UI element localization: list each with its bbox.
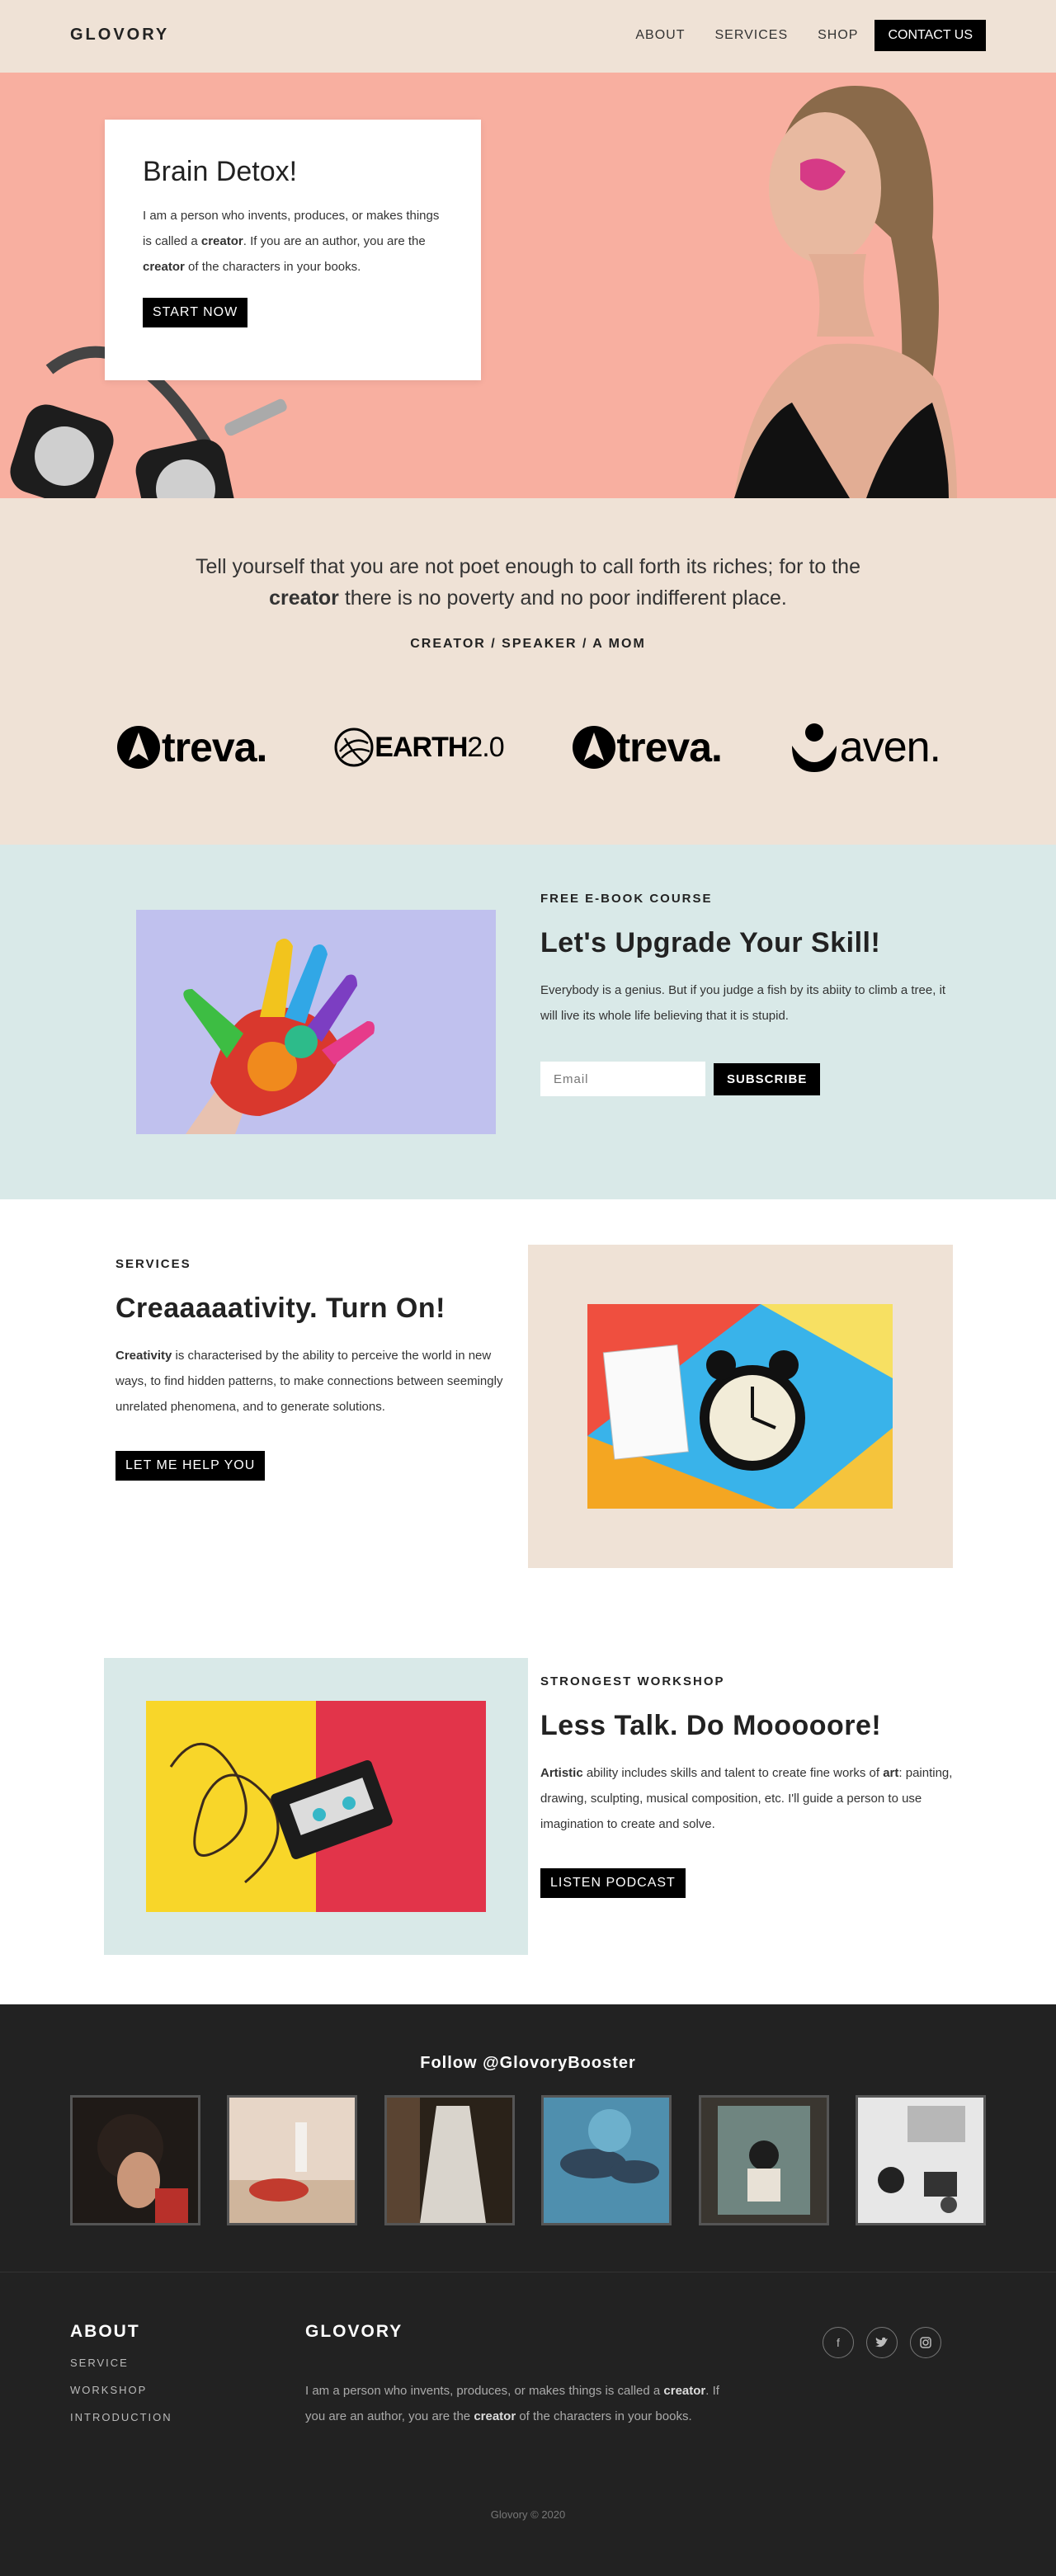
email-field[interactable] [540, 1062, 705, 1096]
subscribe-button[interactable]: SUBSCRIBE [714, 1062, 821, 1095]
brand-logo-aven: aven. [789, 721, 941, 774]
quote-text: Tell yourself that you are not poet enou… [195, 555, 860, 610]
quote-subtitle: CREATOR / SPEAKER / A MOM [410, 637, 646, 651]
instagram-grid [70, 2095, 986, 2225]
instagram-tile[interactable] [227, 2095, 358, 2225]
social-links: f [823, 2327, 954, 2358]
clock-notebook-image [587, 1304, 893, 1509]
ebook-eyebrow: FREE E-BOOK COURSE [540, 892, 713, 906]
brand-logo-treva: treva. [116, 723, 267, 771]
treva-icon [572, 726, 615, 769]
footer-link-introduction[interactable]: INTRODUCTION [70, 2411, 172, 2423]
brand-logos: treva. EARTH2.0 treva. aven. [116, 721, 941, 774]
cassette-tape-image [146, 1701, 486, 1912]
ebook-content: FREE E-BOOK COURSE Let's Upgrade Your Sk… [540, 892, 953, 1096]
listen-podcast-button[interactable]: LISTEN PODCAST [540, 1868, 686, 1898]
hero-card: Brain Detox! I am a person who invents, … [105, 120, 481, 380]
footer-about-heading: ABOUT [70, 2322, 140, 2341]
site-header: GLOVORY ABOUT SERVICES SHOP CONTACT US [0, 0, 1056, 73]
instagram-tile[interactable] [384, 2095, 515, 2225]
site-footer: ABOUT SERVICE WORKSHOP INTRODUCTION GLOV… [0, 2272, 1056, 2576]
services-image-panel [528, 1245, 953, 1568]
brand-logo-treva-2: treva. [571, 723, 723, 771]
instagram-title: Follow @GlovoryBooster [420, 2054, 636, 2072]
start-now-button[interactable]: START NOW [143, 298, 248, 327]
workshop-text: Artistic ability includes skills and tal… [540, 1766, 953, 1831]
hero-section: Brain Detox! I am a person who invents, … [0, 73, 1056, 498]
services-content: SERVICES Creaaaaativity. Turn On! Creati… [116, 1257, 520, 1481]
footer-about: ABOUT SERVICE WORKSHOP INTRODUCTION [70, 2322, 172, 2423]
site-logo[interactable]: GLOVORY [70, 26, 169, 45]
instagram-tile[interactable] [541, 2095, 672, 2225]
ebook-text: Everybody is a genius. But if you judge … [540, 983, 946, 1023]
services-eyebrow: SERVICES [116, 1257, 191, 1271]
aven-icon [791, 723, 837, 772]
twitter-icon[interactable] [866, 2327, 898, 2358]
brand-logo-earth: EARTH2.0 [333, 727, 505, 768]
footer-brand-heading: GLOVORY [305, 2322, 403, 2341]
model-portrait-image [734, 86, 957, 498]
quote-section: Tell yourself that you are not poet enou… [0, 498, 1056, 845]
let-me-help-you-button[interactable]: LET ME HELP YOU [116, 1451, 266, 1481]
workshop-content: STRONGEST WORKSHOP Less Talk. Do Mooooor… [540, 1674, 953, 1898]
services-text: Creativity is characterised by the abili… [116, 1349, 503, 1414]
ebook-title: Let's Upgrade Your Skill! [540, 927, 881, 958]
hero-text: I am a person who invents, produces, or … [143, 209, 440, 274]
services-title: Creaaaaativity. Turn On! [116, 1293, 446, 1324]
workshop-image-panel [104, 1658, 528, 1955]
subscribe-form: SUBSCRIBE [540, 1062, 953, 1096]
footer-brand: GLOVORY I am a person who invents, produ… [305, 2322, 734, 2429]
footer-link-workshop[interactable]: WORKSHOP [70, 2384, 172, 2396]
services-section: SERVICES Creaaaaativity. Turn On! Creati… [0, 1199, 1056, 2004]
nav-services[interactable]: SERVICES [715, 28, 789, 43]
footer-link-service[interactable]: SERVICE [70, 2357, 172, 2369]
treva-icon [117, 726, 160, 769]
painted-hand-image [136, 910, 496, 1134]
ebook-section: FREE E-BOOK COURSE Let's Upgrade Your Sk… [0, 845, 1056, 1199]
earth-icon [334, 728, 374, 767]
facebook-icon[interactable]: f [823, 2327, 854, 2358]
instagram-section: Follow @GlovoryBooster [0, 2004, 1056, 2272]
nav-about[interactable]: ABOUT [635, 28, 685, 43]
hero-title: Brain Detox! [143, 156, 298, 187]
footer-text: I am a person who invents, produces, or … [305, 2384, 719, 2423]
workshop-eyebrow: STRONGEST WORKSHOP [540, 1674, 725, 1688]
nav-shop[interactable]: SHOP [818, 28, 858, 43]
main-nav: ABOUT SERVICES SHOP CONTACT US [606, 20, 986, 51]
copyright: Glovory © 2020 [490, 2508, 566, 2521]
instagram-icon[interactable] [910, 2327, 941, 2358]
instagram-tile[interactable] [70, 2095, 200, 2225]
instagram-tile[interactable] [855, 2095, 986, 2225]
workshop-title: Less Talk. Do Mooooore! [540, 1710, 882, 1741]
instagram-tile[interactable] [698, 2095, 829, 2225]
contact-us-button[interactable]: CONTACT US [874, 20, 986, 51]
